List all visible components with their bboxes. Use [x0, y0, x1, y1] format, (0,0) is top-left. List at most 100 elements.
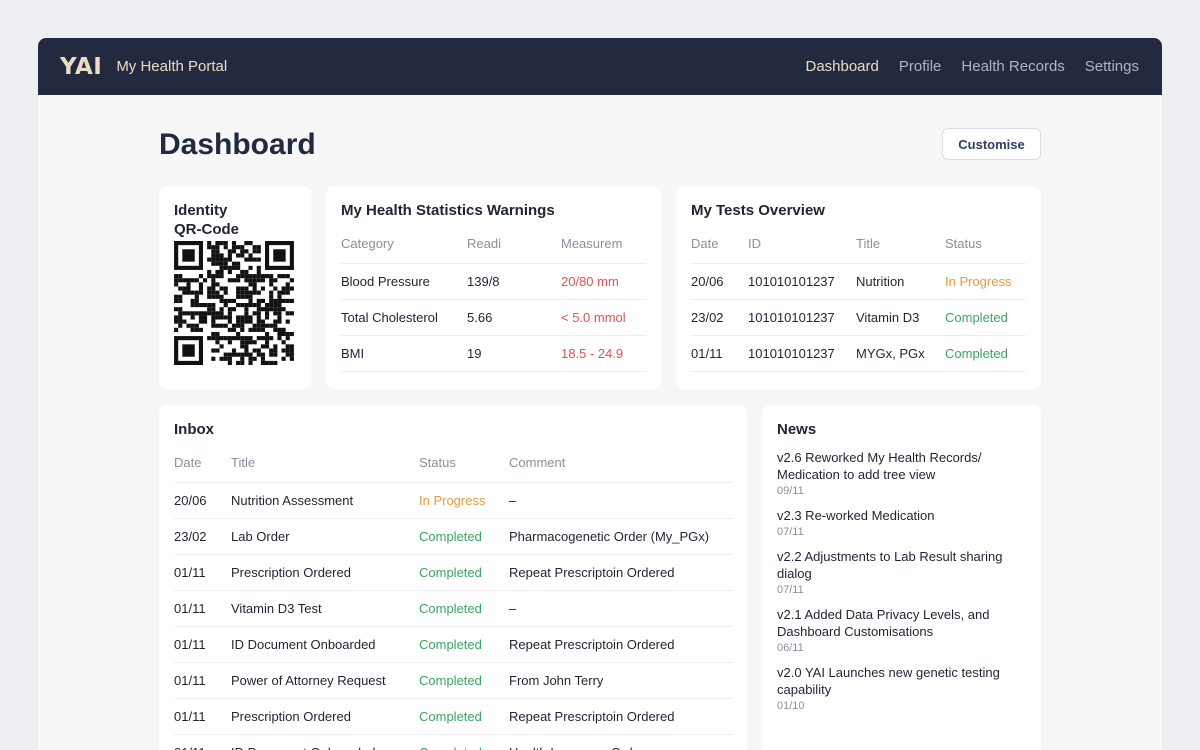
table-cell: Total Cholesterol: [341, 298, 467, 335]
table-cell: Completed: [419, 553, 509, 590]
column-header: Title: [856, 236, 881, 251]
table-cell: Health Insurance Ord: [509, 733, 732, 750]
table-row[interactable]: 01/11 ID Document Onboarded Completed Repea…: [174, 625, 732, 662]
table-cell: Repeat Prescriptoin Ordered: [509, 697, 732, 734]
table-cell: Nutrition: [856, 262, 945, 299]
brand-name: My Health Portal: [116, 58, 228, 75]
news-card: News v2.6 Reworked My Health Records/ Me…: [762, 405, 1041, 750]
table-row[interactable]: 23/02 101010101237 Vitamin D3 Completed: [691, 298, 1026, 335]
table-cell: Lab Order: [231, 517, 419, 554]
table-cell: 18.5 - 24.9: [561, 334, 646, 372]
table-cell: Completed: [419, 661, 509, 698]
table-cell: 101010101237: [748, 298, 856, 335]
app-window: YAI My Health Portal Dashboard Profile H…: [38, 38, 1162, 750]
qr-card-title: Identity QR-Code: [174, 201, 296, 239]
table-row[interactable]: 01/11 101010101237 MYGx, PGx Completed: [691, 334, 1026, 372]
column-header: Date: [691, 236, 719, 251]
identity-qr-card: Identity QR-Code: [159, 186, 311, 389]
table-cell: In Progress: [419, 481, 509, 518]
table-cell: ID Document Onboarded: [231, 733, 419, 750]
table-row[interactable]: 01/11ID Document OnboardedCompletedHealt…: [174, 733, 732, 750]
top-navbar: YAI My Health Portal Dashboard Profile H…: [38, 38, 1162, 95]
nav-profile[interactable]: Profile: [899, 58, 942, 75]
news-date: 07/11: [777, 584, 804, 596]
news-item[interactable]: v2.3 Re-worked Medication 07/11: [777, 507, 1026, 538]
news-date: 09/11: [777, 485, 804, 497]
inbox-card-title: Inbox: [174, 421, 214, 438]
column-header: Category: [341, 236, 394, 251]
logo[interactable]: YAI: [60, 54, 102, 80]
table-cell: Prescription Ordered: [231, 697, 419, 734]
table-cell: Completed: [945, 334, 1026, 372]
table-row[interactable]: 01/11 Power of Attorney Request Completed F…: [174, 661, 732, 698]
table-row[interactable]: 20/06 Nutrition Assessment In Progress –: [174, 481, 732, 518]
table-row[interactable]: Total Cholesterol 5.66 < 5.0 mmol: [341, 298, 646, 335]
table-cell: 01/11: [174, 625, 231, 662]
news-item[interactable]: v2.1 Added Data Privacy Levels, and Dash…: [777, 606, 1026, 654]
nav-health-records[interactable]: Health Records: [961, 58, 1064, 75]
table-cell: 20/06: [174, 481, 231, 518]
table-cell: –: [509, 589, 732, 626]
table-row[interactable]: BMI 19 18.5 - 24.9: [341, 334, 646, 372]
table-cell: 101010101237: [748, 334, 856, 372]
customise-button[interactable]: Customise: [942, 128, 1041, 160]
table-cell: Completed: [945, 298, 1026, 335]
table-cell: 01/11: [691, 334, 748, 372]
table-cell: 20/80 mm: [561, 262, 646, 299]
table-cell: Completed: [419, 697, 509, 734]
table-cell: Blood Pressure: [341, 262, 467, 299]
nav-settings[interactable]: Settings: [1085, 58, 1139, 75]
table-cell: In Progress: [945, 262, 1026, 299]
news-title: v2.0 YAI Launches new genetic testing ca…: [777, 665, 1000, 697]
news-title: v2.3 Re-worked Medication: [777, 508, 935, 523]
qr-code-image[interactable]: [174, 241, 294, 365]
table-cell: 19: [467, 334, 561, 372]
column-header: Comment: [509, 455, 566, 470]
table-cell: Repeat Prescriptoin Ordered: [509, 553, 732, 590]
table-cell: Completed: [419, 733, 509, 750]
table-cell: Repeat Prescriptoin Ordered: [509, 625, 732, 662]
page-title: Dashboard: [159, 128, 316, 161]
news-item[interactable]: v2.2 Adjustments to Lab Result sharing d…: [777, 548, 1026, 596]
table-cell: 20/06: [691, 262, 748, 299]
table-cell: 101010101237: [748, 262, 856, 299]
news-date: 06/11: [777, 642, 804, 654]
table-row[interactable]: 20/06 101010101237 Nutrition In Progress: [691, 262, 1026, 299]
column-header: Status: [419, 455, 456, 470]
column-header: Readi: [467, 236, 501, 251]
table-cell: BMI: [341, 334, 467, 372]
table-cell: 23/02: [691, 298, 748, 335]
table-cell: Vitamin D3: [856, 298, 945, 335]
news-card-title: News: [777, 421, 817, 438]
table-cell: Completed: [419, 517, 509, 554]
table-cell: Prescription Ordered: [231, 553, 419, 590]
column-header: Date: [174, 455, 202, 470]
table-row[interactable]: Blood Pressure 139/8 20/80 mm: [341, 262, 646, 299]
column-header: Measurem: [561, 236, 623, 251]
news-list: v2.6 Reworked My Health Records/ Medicat…: [777, 449, 1026, 712]
table-cell: From John Terry: [509, 661, 732, 698]
news-title: v2.2 Adjustments to Lab Result sharing d…: [777, 549, 1003, 581]
table-row[interactable]: 01/11 Vitamin D3 Test Completed –: [174, 589, 732, 626]
table-row[interactable]: 01/11 Prescription Ordered Completed Repeat…: [174, 553, 732, 590]
inbox-table: Date Title Status Comment 20/06 Nutrition As…: [174, 455, 732, 750]
news-title: v2.1 Added Data Privacy Levels, and Dash…: [777, 607, 990, 639]
nav-dashboard[interactable]: Dashboard: [805, 58, 878, 75]
table-cell: 01/11: [174, 733, 231, 750]
table-cell: 01/11: [174, 697, 231, 734]
news-date: 01/10: [777, 700, 805, 712]
news-item[interactable]: v2.6 Reworked My Health Records/ Medicat…: [777, 449, 1026, 497]
table-row[interactable]: 23/02 Lab Order Completed Pharmacogenetic O…: [174, 517, 732, 554]
table-row[interactable]: 01/11 Prescription Ordered Completed Repeat…: [174, 697, 732, 734]
table-cell: 23/02: [174, 517, 231, 554]
tests-overview-table: Date ID Title Status 20/06 101010101237 Nutri…: [691, 236, 1026, 372]
qr-title-line1: Identity: [174, 202, 228, 219]
table-cell: Nutrition Assessment: [231, 481, 419, 518]
news-item[interactable]: v2.0 YAI Launches new genetic testing ca…: [777, 664, 1026, 712]
tests-overview-card: My Tests Overview Date ID Title Status 20/0…: [676, 186, 1041, 389]
news-title: v2.6 Reworked My Health Records/ Medicat…: [777, 450, 982, 482]
table-cell: Pharmacogenetic Order (My_PGx): [509, 517, 732, 554]
health-card-title: My Health Statistics Warnings: [341, 202, 555, 219]
table-cell: MYGx, PGx: [856, 334, 945, 372]
table-cell: Completed: [419, 625, 509, 662]
